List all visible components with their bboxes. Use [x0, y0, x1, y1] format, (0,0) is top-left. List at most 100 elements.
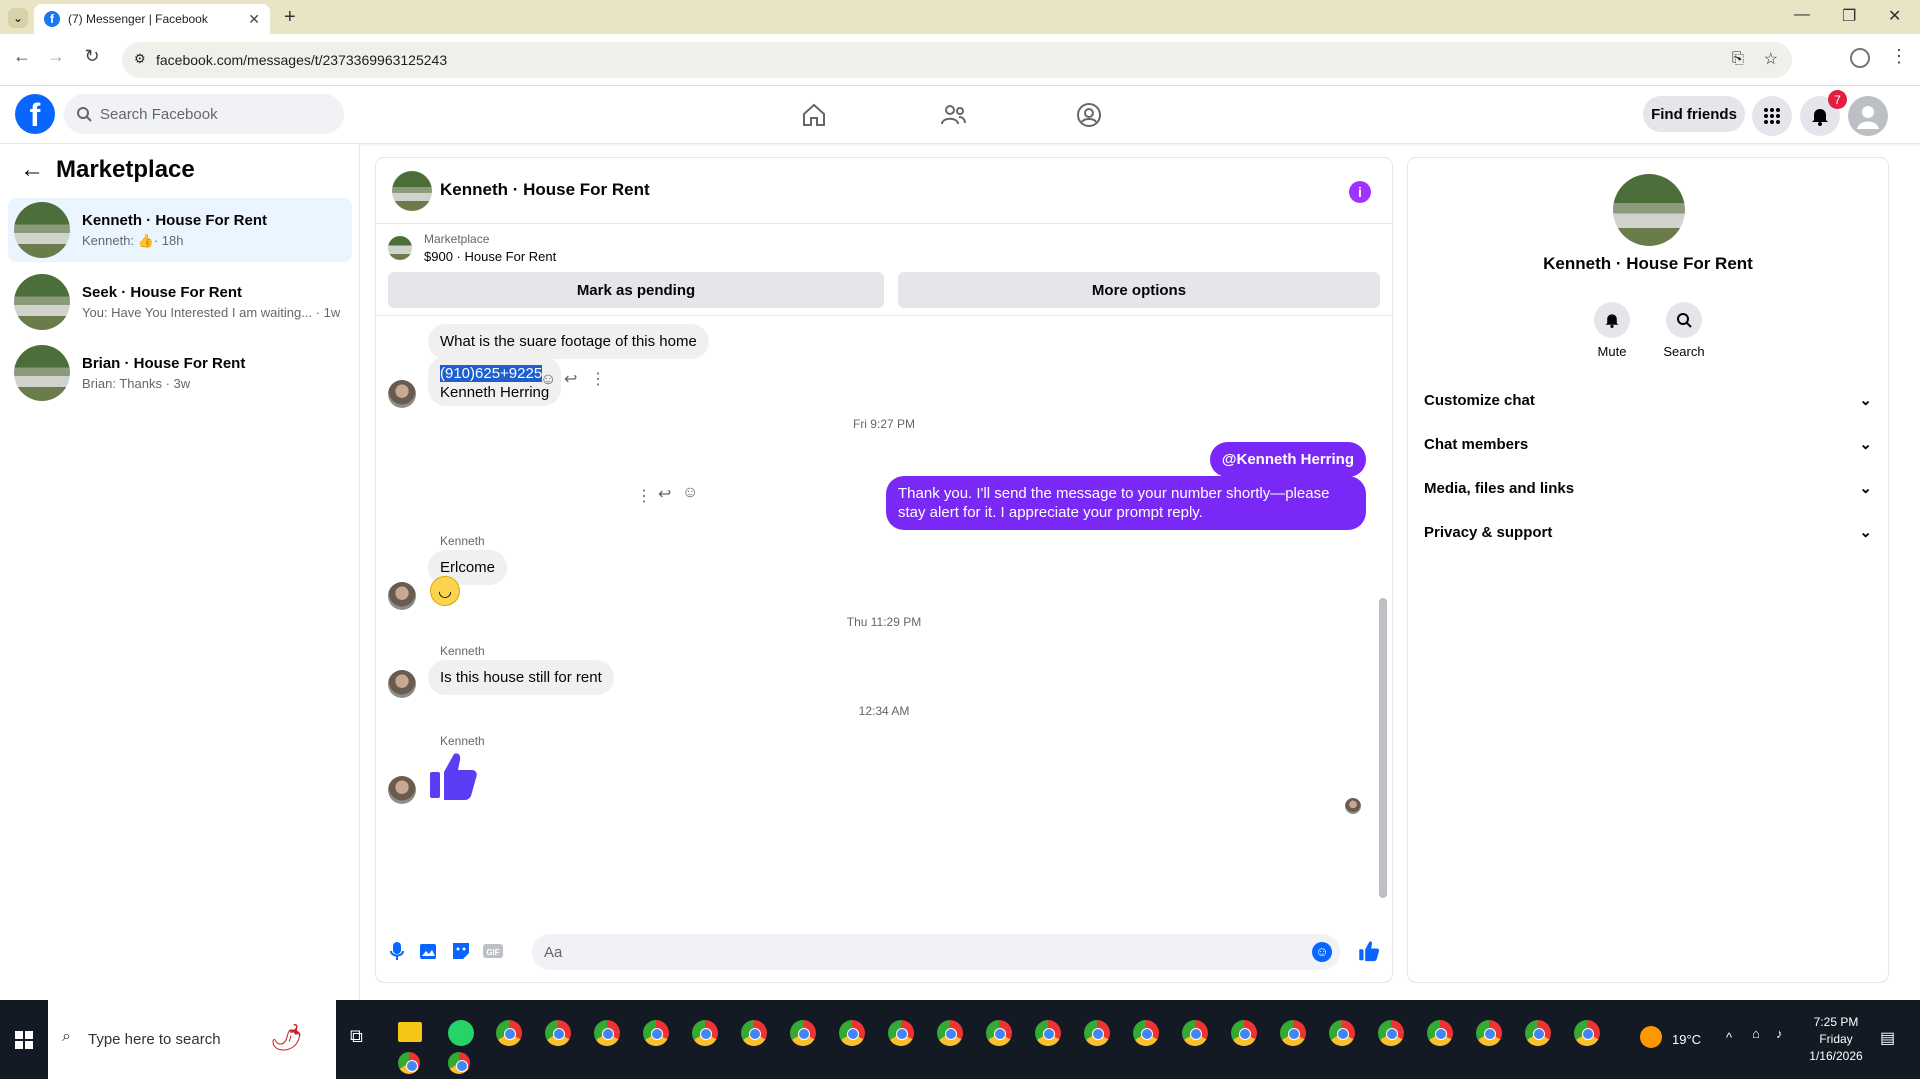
scrollbar[interactable] [1379, 598, 1387, 898]
photo-icon[interactable] [418, 940, 440, 962]
chrome-icon[interactable] [1329, 1020, 1355, 1046]
menu-grid-icon[interactable] [1752, 96, 1792, 136]
conversation-preview: You: Have You Interested I am waiting...… [82, 305, 341, 320]
browser-tab[interactable]: f (7) Messenger | Facebook ✕ [34, 4, 270, 34]
chrome-icon[interactable] [986, 1020, 1012, 1046]
bookmark-star-icon[interactable]: ☆ [1764, 49, 1778, 69]
mark-as-pending-button[interactable]: Mark as pending [388, 272, 884, 308]
profile-icon[interactable] [1850, 48, 1870, 68]
chrome-icon[interactable] [1427, 1020, 1453, 1046]
weather-temp[interactable]: 19°C [1672, 1032, 1701, 1047]
chrome-icon[interactable] [888, 1020, 914, 1046]
avatar[interactable] [392, 171, 432, 211]
chrome-icon[interactable] [594, 1020, 620, 1046]
taskbar-clock[interactable]: 7:25 PM Friday 1/16/2026 [1806, 1014, 1866, 1065]
accordion-customize-chat[interactable]: Customize chat ⌄ [1424, 378, 1872, 422]
whatsapp-icon[interactable] [448, 1020, 474, 1046]
reply-icon[interactable]: ↩ [658, 484, 671, 504]
react-emoji-icon[interactable]: ☺ [540, 371, 556, 389]
chrome-icon[interactable] [1035, 1020, 1061, 1046]
accordion-privacy-support[interactable]: Privacy & support ⌄ [1424, 510, 1872, 554]
chrome-icon[interactable] [741, 1020, 767, 1046]
chrome-icon[interactable] [398, 1052, 420, 1074]
search-button[interactable]: Search [1648, 302, 1720, 359]
find-friends-button[interactable]: Find friends [1643, 96, 1745, 132]
conversation-item-seek[interactable]: Seek · House For Rent You: Have You Inte… [8, 270, 352, 334]
new-tab-plus-icon[interactable]: + [284, 6, 296, 29]
chrome-icon[interactable] [1133, 1020, 1159, 1046]
message-input[interactable]: Aa ☺ [532, 934, 1340, 970]
close-window-icon[interactable]: ✕ [1888, 6, 1901, 26]
accordion-label: Customize chat [1424, 391, 1535, 409]
notification-center-icon[interactable]: ▤ [1880, 1028, 1895, 1048]
send-like-icon[interactable] [1358, 940, 1380, 962]
chrome-icon[interactable] [1574, 1020, 1600, 1046]
chrome-icon[interactable] [839, 1020, 865, 1046]
gif-icon[interactable]: GIF [482, 940, 504, 962]
browser-menu-icon[interactable]: ⋮ [1890, 46, 1908, 67]
chrome-icon[interactable] [1231, 1020, 1257, 1046]
message-composer: GIF Aa ☺ [376, 924, 1392, 980]
accordion-chat-members[interactable]: Chat members ⌄ [1424, 422, 1872, 466]
conversation-item-brian[interactable]: Brian · House For Rent Brian: Thanks · 3… [8, 341, 352, 405]
chrome-icon[interactable] [1280, 1020, 1306, 1046]
microphone-icon[interactable] [386, 940, 408, 962]
search-icon [77, 107, 92, 122]
weather-icon[interactable] [1640, 1026, 1662, 1048]
forward-arrow-icon[interactable]: → [44, 46, 68, 67]
more-actions-icon[interactable]: ⋮ [636, 486, 652, 506]
install-app-icon[interactable]: ⎘ [1732, 50, 1744, 67]
chrome-icon[interactable] [1084, 1020, 1110, 1046]
chrome-icon[interactable] [545, 1020, 571, 1046]
emoji-picker-icon[interactable]: ☺ [1312, 942, 1332, 962]
chrome-icon[interactable] [790, 1020, 816, 1046]
listing-thumbnail[interactable] [388, 236, 412, 260]
close-tab-icon[interactable]: ✕ [248, 11, 260, 28]
accordion-label: Media, files and links [1424, 479, 1575, 497]
chat-title[interactable]: Kenneth · House For Rent [440, 180, 650, 200]
reply-icon[interactable]: ↩ [564, 369, 577, 389]
more-options-button[interactable]: More options [898, 272, 1380, 308]
chrome-icon[interactable] [1378, 1020, 1404, 1046]
react-emoji-icon[interactable]: ☺ [682, 484, 698, 502]
facebook-search-input[interactable]: Search Facebook [64, 94, 344, 134]
minimize-icon[interactable]: — [1794, 6, 1810, 24]
chrome-icon[interactable] [1525, 1020, 1551, 1046]
listing-price[interactable]: $900 · House For Rent [424, 249, 556, 264]
friends-icon[interactable] [936, 98, 970, 132]
info-icon[interactable]: i [1349, 181, 1371, 203]
more-actions-icon[interactable]: ⋮ [590, 369, 606, 389]
mute-button[interactable]: Mute [1576, 302, 1648, 359]
chrome-icon[interactable] [1182, 1020, 1208, 1046]
task-view-icon[interactable]: ⧉ [350, 1026, 363, 1047]
chrome-icon[interactable] [496, 1020, 522, 1046]
tab-list-chevron-icon[interactable]: ⌄ [8, 8, 28, 28]
accordion-media-files-links[interactable]: Media, files and links ⌄ [1424, 466, 1872, 510]
chrome-icon[interactable] [937, 1020, 963, 1046]
site-info-icon[interactable]: ⚙ [134, 51, 146, 67]
network-icon[interactable]: ⌂ [1752, 1026, 1760, 1041]
tray-chevron-icon[interactable]: ^ [1726, 1030, 1732, 1045]
file-explorer-icon[interactable] [398, 1022, 422, 1042]
volume-icon[interactable]: ♪ [1776, 1026, 1783, 1041]
back-arrow-icon[interactable]: ← [10, 46, 34, 67]
conversation-item-kenneth[interactable]: Kenneth · House For Rent Kenneth: 👍· 18h [8, 198, 352, 262]
chrome-icon[interactable] [448, 1052, 470, 1074]
avatar[interactable] [1613, 174, 1685, 246]
chrome-icon[interactable] [692, 1020, 718, 1046]
sticker-icon[interactable] [450, 940, 472, 962]
taskbar-search-input[interactable]: ⌕ Type here to search 🌶 [48, 1000, 336, 1079]
url-field[interactable]: ⚙ facebook.com/messages/t/23733699631252… [122, 42, 1792, 78]
windows-start-icon[interactable] [0, 1000, 48, 1079]
groups-icon[interactable] [1072, 98, 1106, 132]
smiley-emoji-icon: ◡ [430, 576, 460, 606]
account-avatar[interactable] [1848, 96, 1888, 136]
back-arrow-icon[interactable]: ← [20, 156, 44, 184]
chrome-icon[interactable] [1476, 1020, 1502, 1046]
home-icon[interactable] [797, 98, 831, 132]
facebook-logo-icon[interactable]: f [15, 94, 55, 134]
chrome-icon[interactable] [643, 1020, 669, 1046]
facebook-favicon-icon: f [44, 11, 60, 27]
restore-icon[interactable]: ❐ [1842, 6, 1856, 26]
reload-icon[interactable]: ↻ [80, 46, 104, 67]
